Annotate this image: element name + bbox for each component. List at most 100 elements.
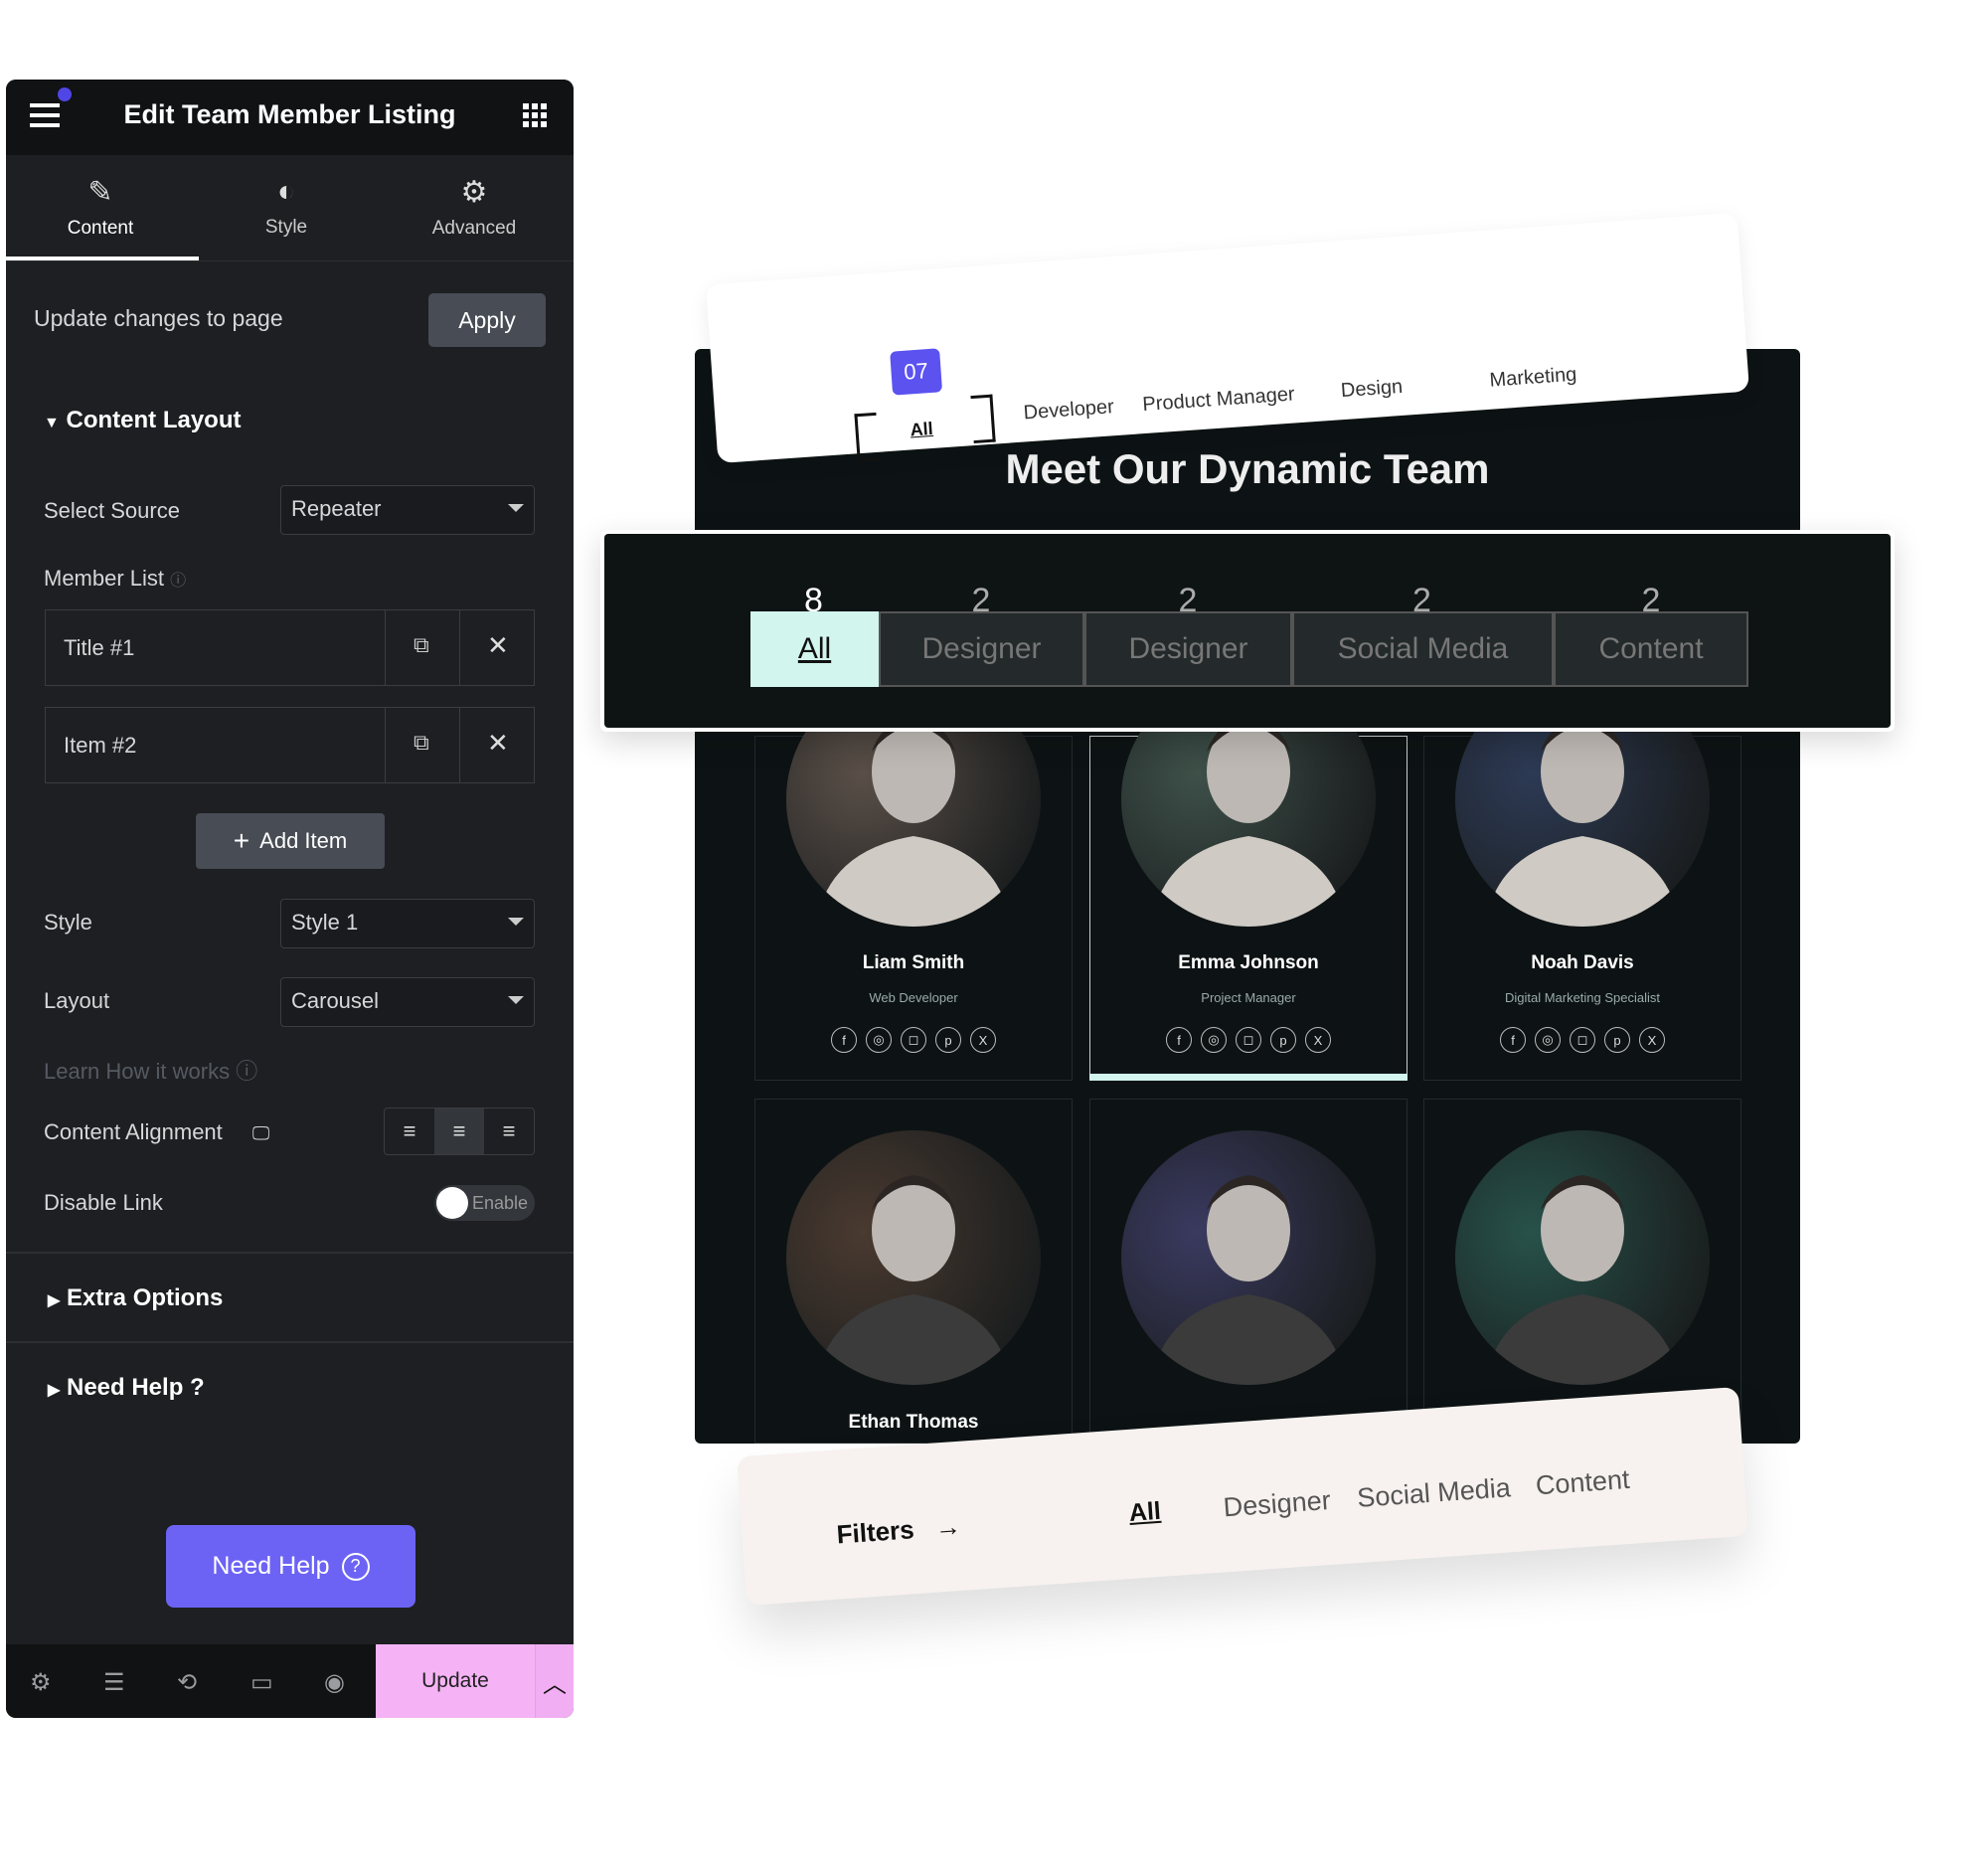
top-filter-all[interactable]: All [910,419,933,441]
top-filter-design[interactable]: Design [1340,376,1404,403]
member-role: Digital Marketing Specialist [1504,990,1661,1005]
disable-link-label: Disable Link [44,1190,163,1215]
repeater-item[interactable]: Item #2 ⧉ ✕ [45,707,535,783]
caret-right-icon: ▶ [48,1382,61,1399]
member-role: Project Manager [1201,990,1296,1005]
arrow-right-icon: → [933,1510,962,1543]
section-extra-options[interactable]: ▶ Extra Options [48,1284,223,1312]
repeater-item[interactable]: Title #1 ⧉ ✕ [45,609,535,686]
top-filter-marketing[interactable]: Marketing [1489,364,1577,393]
divider [6,1252,574,1254]
filter-designer[interactable]: Designer [879,611,1084,687]
active-card-indicator [1089,1074,1408,1081]
count-badge: 07 [890,348,943,396]
caret-down-icon: ▼ [44,415,60,431]
learn-link[interactable]: Learn How it works ⓘ [44,1054,257,1086]
section-need-help[interactable]: ▶ Need Help ? [48,1374,205,1402]
alignment-group: ≡ ≡ ≡ [384,1108,535,1155]
pinterest-icon[interactable]: p [935,1027,961,1053]
divider [6,260,574,261]
responsive-icon[interactable]: ▭ [250,1668,273,1697]
caret-right-icon: ▶ [48,1292,61,1309]
social-links: f ◎ ◻ p X [1423,1027,1741,1053]
member-role: Web Developer [869,990,958,1005]
filter-all[interactable]: All [750,611,879,687]
align-right-button[interactable]: ≡ [484,1108,534,1154]
dribbble-icon[interactable]: ◎ [1535,1027,1561,1053]
contrast-icon: ◐ [276,175,296,208]
gear-icon: ⚙ [460,176,488,209]
duplicate-icon[interactable]: ⧉ [414,632,429,658]
top-filter-developer[interactable]: Developer [1023,396,1115,425]
help-icon: ⓘ [170,573,187,590]
style-dropdown[interactable]: Style 1 [280,899,535,948]
instagram-icon[interactable]: ◻ [1570,1027,1595,1053]
need-help-button[interactable]: Need Help? [166,1525,415,1608]
facebook-icon[interactable]: f [831,1027,857,1053]
x-icon[interactable]: X [1305,1027,1331,1053]
member-name: Emma Johnson [1178,952,1319,973]
member-name: Ethan Thomas [848,1412,979,1433]
apply-button[interactable]: Apply [428,293,546,347]
layout-dropdown[interactable]: Carousel [280,977,535,1027]
dribbble-icon[interactable]: ◎ [866,1027,892,1053]
select-source-dropdown[interactable]: Repeater [280,485,535,535]
update-button[interactable]: Update [376,1644,535,1718]
section-content-layout[interactable]: ▼ Content Layout [44,407,242,434]
select-source-label: Select Source [44,498,180,523]
tab-content[interactable]: ✎ Content [6,175,195,240]
update-text: Update changes to page [34,305,283,331]
add-item-button[interactable]: + Add Item [196,813,385,869]
help-icon: ⓘ [236,1059,258,1084]
align-center-button[interactable]: ≡ [434,1108,484,1154]
filter-social-media[interactable]: Social Media [1292,611,1554,687]
social-links: f ◎ ◻ p X [754,1027,1073,1053]
bottom-filter-designer[interactable]: Designer [1223,1485,1332,1523]
bottom-filter-all[interactable]: All [1128,1497,1162,1528]
chevron-up-icon[interactable]: ︿ [535,1644,574,1718]
instagram-icon[interactable]: ◻ [901,1027,926,1053]
facebook-icon[interactable]: f [1500,1027,1526,1053]
facebook-icon[interactable]: f [1166,1027,1192,1053]
member-list-label: Member List ⓘ [44,566,187,591]
apps-grid-icon[interactable] [523,103,547,127]
settings-icon[interactable]: ⚙ [30,1668,52,1697]
divider [6,1341,574,1343]
x-icon[interactable]: X [1639,1027,1665,1053]
social-links: f ◎ ◻ p X [1089,1027,1408,1053]
instagram-icon[interactable]: ◻ [1236,1027,1261,1053]
filter-content[interactable]: Content [1554,611,1748,687]
pencil-icon: ✎ [87,176,113,209]
style-label: Style [44,910,92,935]
bottom-filter-content[interactable]: Content [1535,1464,1631,1502]
help-circle-icon: ? [341,1552,370,1581]
close-icon[interactable]: ✕ [487,630,509,661]
editor-panel: Edit Team Member Listing ✎ Content ◐ Style… [6,80,574,1718]
disable-link-toggle[interactable]: Enable [434,1185,535,1221]
bottom-filter-social-media[interactable]: Social Media [1356,1472,1511,1514]
duplicate-icon[interactable]: ⧉ [414,730,429,756]
layout-label: Layout [44,988,110,1013]
tab-style[interactable]: ◐ Style [192,175,381,239]
pinterest-icon[interactable]: p [1604,1027,1630,1053]
x-icon[interactable]: X [970,1027,996,1053]
bracket-right [970,394,996,444]
member-photo [1455,1130,1710,1385]
member-name: Noah Davis [1531,952,1634,973]
eye-icon[interactable]: ◉ [324,1668,345,1697]
filter-designer[interactable]: Designer [1084,611,1292,687]
history-icon[interactable]: ⟲ [177,1668,197,1697]
content-alignment-label: Content Alignment 🖵 [44,1119,270,1144]
pinterest-icon[interactable]: p [1270,1027,1296,1053]
member-photo [1121,1130,1376,1385]
tab-advanced[interactable]: ⚙ Advanced [380,175,569,240]
chevron-down-icon [508,504,524,512]
dribbble-icon[interactable]: ◎ [1201,1027,1227,1053]
layers-icon[interactable]: ☰ [103,1668,125,1697]
panel-title: Edit Team Member Listing [123,99,456,129]
filter-bar: 8 2 2 2 2 All Designer Designer Social M… [600,530,1895,732]
top-filter-product-manager[interactable]: Product Manager [1142,383,1296,417]
close-icon[interactable]: ✕ [487,728,509,759]
filters-label: Filters → [835,1510,962,1550]
align-left-button[interactable]: ≡ [385,1108,434,1154]
